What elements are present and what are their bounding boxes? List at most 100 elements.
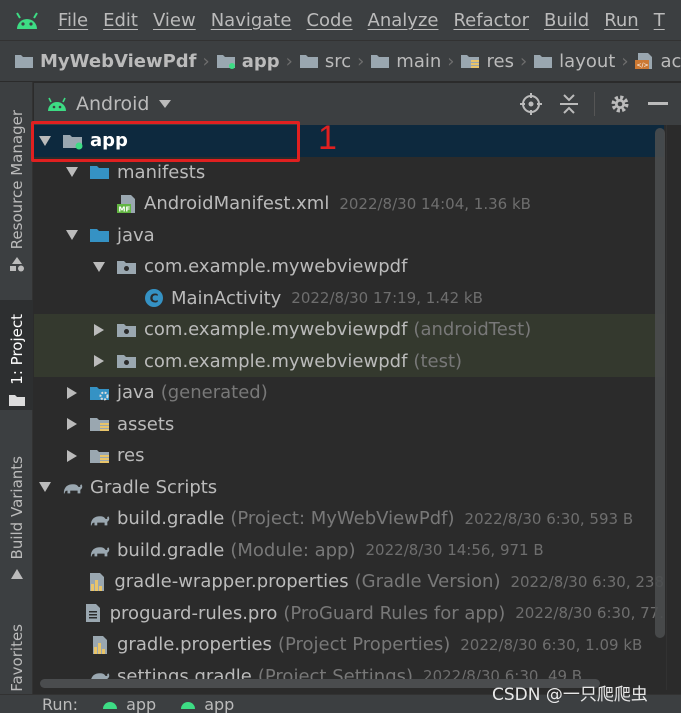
tree-row-label: build.gradle <box>117 508 225 530</box>
breadcrumb-label: acti <box>660 50 681 72</box>
tree-row-label: assets <box>117 413 175 435</box>
breadcrumb-item[interactable]: </> acti <box>634 50 681 72</box>
svg-text:C: C <box>150 292 159 306</box>
folder-icon <box>89 162 111 182</box>
locate-file-button[interactable] <box>518 91 544 117</box>
package-icon <box>116 257 138 277</box>
generated-folder-icon <box>89 383 111 403</box>
tree-row-label: res <box>117 445 145 467</box>
breadcrumb-item[interactable]: src <box>299 51 351 72</box>
tab-resource-manager[interactable]: Resource Manager <box>0 110 33 273</box>
tree-row-label: MainActivity <box>171 287 282 309</box>
tree-row[interactable]: Gradle Scripts <box>34 472 664 504</box>
tree-row-label: gradle.properties <box>117 634 272 656</box>
package-icon <box>116 351 138 371</box>
tab-build-variants[interactable]: Build Variants <box>0 456 33 583</box>
breadcrumb-label: main <box>396 50 442 72</box>
tree-row[interactable]: build.gradle (Project: MyWebViewPdf) 2022/… <box>34 503 664 535</box>
breadcrumb-item[interactable]: MyWebViewPdf <box>14 51 196 72</box>
layout-file-icon: </> <box>634 53 655 69</box>
package-icon <box>116 320 138 340</box>
run-tab-app-1[interactable]: app <box>102 695 156 713</box>
collapse-all-button[interactable] <box>556 91 582 117</box>
run-tab-label: app <box>204 694 235 713</box>
annotation-number: 1 <box>318 119 337 157</box>
project-tree[interactable]: app manifests MF AndroidManifest.xml 2022/8/… <box>34 125 664 690</box>
menu-analyze[interactable]: Analyze <box>368 10 439 31</box>
watermark: CSDN @一只爬爬虫 <box>492 685 648 705</box>
tree-row-qualifier: (Gradle Version) <box>354 571 501 593</box>
expand-arrow-down-icon[interactable] <box>38 480 52 494</box>
expand-arrow-right-icon[interactable] <box>92 323 106 337</box>
chevron-down-icon <box>159 100 172 108</box>
tree-row-qualifier: (test) <box>413 350 463 372</box>
run-tab-label: app <box>126 694 157 713</box>
folder-icon <box>299 53 319 69</box>
tree-row[interactable]: MF AndroidManifest.xml 2022/8/30 14:04, 1.… <box>34 188 664 220</box>
tree-row-label: proguard-rules.pro <box>109 602 278 624</box>
tree-row[interactable]: res <box>34 440 664 472</box>
menu-navigate[interactable]: Navigate <box>211 10 292 31</box>
tree-row[interactable]: com.example.mywebviewpdf (test) <box>34 345 664 377</box>
tree-row[interactable]: proguard-rules.pro (ProGuard Rules for ap… <box>34 598 664 630</box>
expand-arrow-right-icon[interactable] <box>65 417 79 431</box>
tab-project-label: 1: Project <box>7 314 26 385</box>
tree-row[interactable]: gradle-wrapper.properties (Gradle Version… <box>34 566 664 598</box>
android-icon <box>48 97 66 111</box>
toolbar-divider <box>594 92 595 116</box>
tree-row-label: java <box>117 382 155 404</box>
expand-arrow-down-icon[interactable] <box>65 228 79 242</box>
tree-row-label: manifests <box>117 161 206 183</box>
project-panel-tools <box>506 83 671 125</box>
tree-row[interactable]: com.example.mywebviewpdf (androidTest) <box>34 314 664 346</box>
settings-button[interactable] <box>607 91 633 117</box>
menu-edit[interactable]: Edit <box>103 10 138 31</box>
breadcrumb-item[interactable]: res <box>460 51 514 72</box>
tree-row-file-info: 2022/8/30 6:30, 593 B <box>464 509 634 528</box>
expand-arrow-down-icon[interactable] <box>65 165 79 179</box>
tree-row[interactable]: C MainActivity 2022/8/30 17:19, 1.42 kB <box>34 283 664 315</box>
tree-row-label: java <box>117 224 155 246</box>
breadcrumb-item[interactable]: main <box>370 51 441 72</box>
menu-build[interactable]: Build <box>544 10 589 31</box>
run-label: Run: <box>42 694 79 713</box>
menu-file[interactable]: File <box>58 10 88 31</box>
tree-row-qualifier: (Module: app) <box>230 539 356 561</box>
run-tab-app-2[interactable]: app <box>180 695 234 713</box>
tree-row-label: build.gradle <box>117 539 225 561</box>
manifest-file-icon: MF <box>116 194 138 214</box>
expand-arrow-right-icon[interactable] <box>92 354 106 368</box>
tree-row[interactable]: java <box>34 220 664 252</box>
tree-row[interactable]: assets <box>34 409 664 441</box>
class-icon: C <box>143 288 165 308</box>
tree-row-label: com.example.mywebviewpdf <box>144 256 408 278</box>
expand-arrow-right-icon[interactable] <box>65 449 79 463</box>
menu-code[interactable]: Code <box>306 10 352 31</box>
breadcrumb-item[interactable]: app <box>216 51 280 72</box>
tree-row-file-info: 2022/8/30 6:30, 77. <box>515 604 664 623</box>
project-view-selector[interactable]: Android <box>46 93 172 115</box>
hide-panel-button[interactable] <box>645 91 671 117</box>
tree-row[interactable]: com.example.mywebviewpdf <box>34 251 664 283</box>
breadcrumb-separator-icon: › <box>519 50 528 72</box>
breadcrumb-item[interactable]: layout <box>533 51 615 72</box>
vertical-scrollbar[interactable] <box>655 128 665 638</box>
tree-row[interactable]: java (generated) <box>34 377 664 409</box>
tab-project[interactable]: 1: Project <box>0 300 33 410</box>
menu-view[interactable]: View <box>153 10 196 31</box>
tree-row[interactable]: build.gradle (Module: app) 2022/8/30 14:56… <box>34 535 664 567</box>
resource-folder-icon <box>89 446 111 466</box>
breadcrumb-label: app <box>241 50 280 72</box>
right-tool-strip <box>666 125 681 690</box>
menu-tools[interactable]: T <box>654 10 665 31</box>
expand-arrow-right-icon[interactable] <box>65 386 79 400</box>
menu-run[interactable]: Run <box>604 10 639 31</box>
left-tool-strip: Resource Manager 1: Project Build Varian… <box>0 82 33 713</box>
menu-refactor[interactable]: Refactor <box>453 10 529 31</box>
expand-arrow-down-icon[interactable] <box>92 260 106 274</box>
tree-row[interactable]: gradle.properties (Project Properties) 202… <box>34 629 664 661</box>
